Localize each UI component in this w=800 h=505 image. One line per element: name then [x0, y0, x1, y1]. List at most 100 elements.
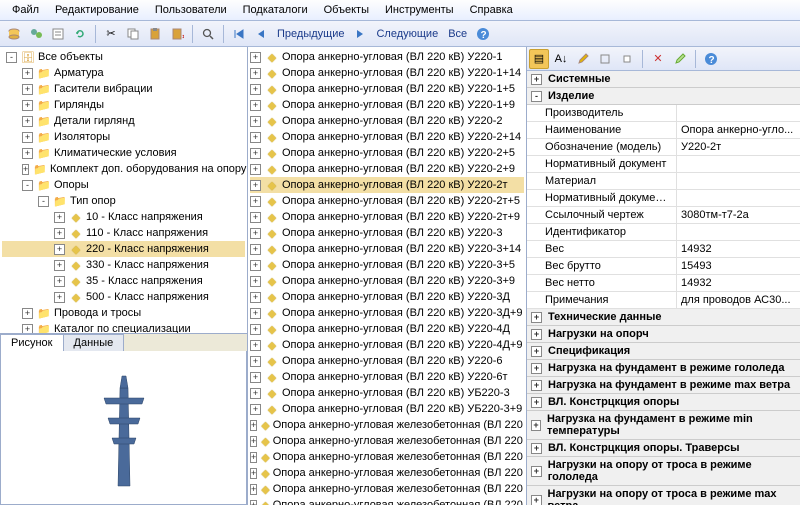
- list-item[interactable]: +◆Опора анкерно-угловая (ВЛ 220 кВ) У220…: [250, 145, 524, 161]
- expand-icon[interactable]: +: [22, 164, 29, 175]
- tool-cut-icon[interactable]: ✂: [101, 24, 121, 44]
- prop-group[interactable]: +Нагрузки на опорч: [527, 326, 800, 343]
- expand-icon[interactable]: +: [250, 212, 261, 223]
- object-tree[interactable]: -🗄Все объекты+📁Арматура+📁Гасители вибрац…: [0, 47, 247, 333]
- expand-icon[interactable]: +: [22, 100, 33, 111]
- tree-item[interactable]: +📁Детали гирлянд: [2, 113, 245, 129]
- expand-icon[interactable]: +: [250, 164, 261, 175]
- expand-icon[interactable]: +: [22, 116, 33, 127]
- props-help-icon[interactable]: ?: [701, 49, 721, 69]
- list-item[interactable]: +◆Опора анкерно-угловая железобетонная (…: [250, 481, 524, 497]
- expand-icon[interactable]: +: [250, 436, 257, 447]
- prop-row[interactable]: Идентификатор: [527, 224, 800, 241]
- tree-item[interactable]: +◆10 - Класс напряжения: [2, 209, 245, 225]
- expand-icon[interactable]: +: [531, 329, 542, 340]
- nav-first-icon[interactable]: [229, 24, 249, 44]
- list-item[interactable]: +◆Опора анкерно-угловая (ВЛ 220 кВ) У220…: [250, 225, 524, 241]
- expand-icon[interactable]: +: [250, 276, 261, 287]
- expand-icon[interactable]: +: [250, 356, 261, 367]
- expand-icon[interactable]: +: [250, 420, 257, 431]
- menu-Файл[interactable]: Файл: [4, 2, 47, 18]
- expand-icon[interactable]: +: [54, 276, 65, 287]
- tree-item[interactable]: +📁Изоляторы: [2, 129, 245, 145]
- props-edit2-icon[interactable]: [670, 49, 690, 69]
- menu-Подкаталоги[interactable]: Подкаталоги: [235, 2, 316, 18]
- expand-icon[interactable]: +: [250, 324, 261, 335]
- list-item[interactable]: +◆Опора анкерно-угловая (ВЛ 220 кВ) У220…: [250, 177, 524, 193]
- expand-icon[interactable]: +: [531, 346, 542, 357]
- expand-icon[interactable]: +: [54, 260, 65, 271]
- list-item[interactable]: +◆Опора анкерно-угловая (ВЛ 220 кВ) У220…: [250, 161, 524, 177]
- prop-group[interactable]: +ВЛ. Констрцкция опоры: [527, 394, 800, 411]
- tool-paste-icon[interactable]: [145, 24, 165, 44]
- expand-icon[interactable]: -: [22, 180, 33, 191]
- tree-item[interactable]: +◆110 - Класс напряжения: [2, 225, 245, 241]
- expand-icon[interactable]: +: [22, 84, 33, 95]
- expand-icon[interactable]: +: [250, 372, 261, 383]
- expand-icon[interactable]: +: [250, 196, 261, 207]
- prop-row[interactable]: Обозначение (модель)У220-2т: [527, 139, 800, 156]
- tree-item[interactable]: +◆330 - Класс напряжения: [2, 257, 245, 273]
- props-edit-icon[interactable]: [573, 49, 593, 69]
- expand-icon[interactable]: +: [531, 495, 542, 505]
- prop-row[interactable]: НаименованиеОпора анкерно-угло...: [527, 122, 800, 139]
- expand-icon[interactable]: +: [250, 68, 261, 79]
- help-icon[interactable]: ?: [473, 24, 493, 44]
- prop-value[interactable]: 15493: [677, 258, 800, 274]
- expand-icon[interactable]: +: [531, 466, 542, 477]
- props-copy-icon[interactable]: [617, 49, 637, 69]
- list-item[interactable]: +◆Опора анкерно-угловая (ВЛ 220 кВ) У220…: [250, 369, 524, 385]
- prop-value[interactable]: [677, 105, 800, 121]
- list-item[interactable]: +◆Опора анкерно-угловая (ВЛ 220 кВ) У220…: [250, 193, 524, 209]
- tree-item[interactable]: +◆220 - Класс напряжения: [2, 241, 245, 257]
- prop-group[interactable]: +Спецификация: [527, 343, 800, 360]
- tree-item[interactable]: -📁Опоры: [2, 177, 245, 193]
- list-item[interactable]: +◆Опора анкерно-угловая (ВЛ 220 кВ) У220…: [250, 257, 524, 273]
- expand-icon[interactable]: +: [531, 312, 542, 323]
- prop-value[interactable]: [677, 173, 800, 189]
- tool-notes-icon[interactable]: [48, 24, 68, 44]
- expand-icon[interactable]: +: [22, 148, 33, 159]
- expand-icon[interactable]: +: [54, 228, 65, 239]
- tree-item[interactable]: +◆500 - Класс напряжения: [2, 289, 245, 305]
- properties-grid[interactable]: +Системные-ИзделиеПроизводительНаименова…: [527, 71, 800, 505]
- prop-group[interactable]: +Нагрузка на фундамент в режиме max ветр…: [527, 377, 800, 394]
- prop-row[interactable]: Вес брутто15493: [527, 258, 800, 275]
- prop-row[interactable]: Производитель: [527, 105, 800, 122]
- expand-icon[interactable]: +: [250, 500, 257, 505]
- tab-picture[interactable]: Рисунок: [0, 334, 64, 351]
- expand-icon[interactable]: +: [250, 452, 257, 463]
- tree-item[interactable]: -📁Тип опор: [2, 193, 245, 209]
- expand-icon[interactable]: +: [250, 84, 261, 95]
- prop-value[interactable]: Опора анкерно-угло...: [677, 122, 800, 138]
- tool-paste-special-icon[interactable]: ✱: [167, 24, 187, 44]
- tree-item[interactable]: +📁Комплект доп. оборудования на опору: [2, 161, 245, 177]
- prop-group[interactable]: +Системные: [527, 71, 800, 88]
- prop-row[interactable]: Вес нетто14932: [527, 275, 800, 292]
- tool-copy-icon[interactable]: [123, 24, 143, 44]
- prop-value[interactable]: 3080тм-т7-2а: [677, 207, 800, 223]
- list-item[interactable]: +◆Опора анкерно-угловая (ВЛ 220 кВ) У220…: [250, 49, 524, 65]
- props-filter-icon[interactable]: [595, 49, 615, 69]
- prop-value[interactable]: [677, 156, 800, 172]
- expand-icon[interactable]: +: [22, 308, 33, 319]
- tree-item[interactable]: +📁Каталог по специализации: [2, 321, 245, 333]
- nav-prev-label[interactable]: Предыдущие: [273, 28, 348, 40]
- menu-Справка[interactable]: Справка: [462, 2, 521, 18]
- tab-data[interactable]: Данные: [63, 334, 125, 351]
- tree-item[interactable]: +📁Гирлянды: [2, 97, 245, 113]
- tree-item[interactable]: +📁Гасители вибрации: [2, 81, 245, 97]
- expand-icon[interactable]: +: [22, 324, 33, 334]
- prop-row[interactable]: Материал: [527, 173, 800, 190]
- props-cat-icon[interactable]: ▤: [529, 49, 549, 69]
- list-item[interactable]: +◆Опора анкерно-угловая железобетонная (…: [250, 433, 524, 449]
- expand-icon[interactable]: +: [250, 340, 261, 351]
- nav-all-label[interactable]: Все: [444, 28, 471, 40]
- list-item[interactable]: +◆Опора анкерно-угловая (ВЛ 220 кВ) УБ22…: [250, 401, 524, 417]
- tool-find-icon[interactable]: [198, 24, 218, 44]
- expand-icon[interactable]: +: [531, 363, 542, 374]
- expand-icon[interactable]: +: [54, 244, 65, 255]
- expand-icon[interactable]: +: [250, 148, 261, 159]
- list-item[interactable]: +◆Опора анкерно-угловая железобетонная (…: [250, 465, 524, 481]
- expand-icon[interactable]: +: [250, 52, 261, 63]
